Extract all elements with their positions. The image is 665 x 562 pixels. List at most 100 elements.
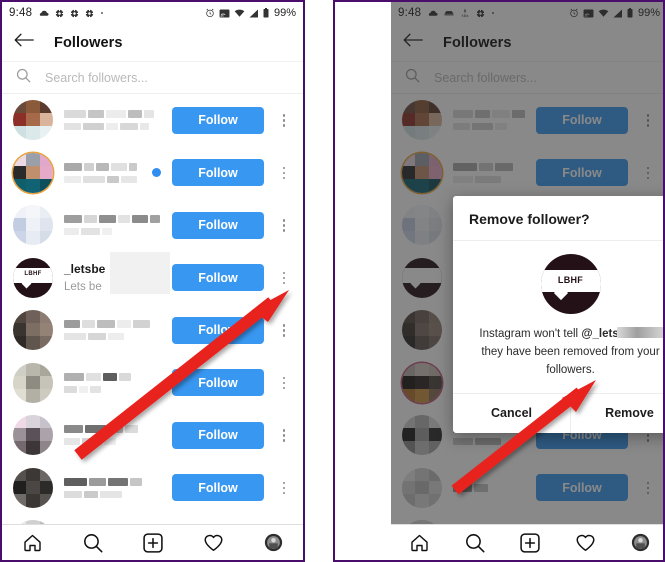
search-bar-left[interactable]: Search followers... [2, 62, 303, 94]
table-row[interactable]: Follow [2, 304, 303, 357]
search-input[interactable]: Search followers... [45, 71, 148, 85]
username-blurred [64, 215, 161, 224]
signal-icon [249, 9, 259, 18]
avatar: LBHF [13, 257, 53, 298]
follow-button[interactable]: Follow [172, 316, 264, 344]
row-options-kebab-icon[interactable] [275, 370, 293, 396]
alarm-icon [205, 8, 215, 18]
row-options-kebab-icon[interactable] [275, 422, 293, 448]
phone-panel-right: 9:48 0KB/s [333, 0, 665, 562]
names [64, 215, 161, 236]
bottom-nav-left[interactable] [2, 524, 303, 560]
subtitle-blurred [64, 228, 161, 236]
remove-button[interactable]: Remove [570, 394, 663, 434]
avatar [13, 362, 53, 403]
row-options-kebab-icon[interactable] [275, 107, 293, 133]
table-row[interactable]: Follow [2, 409, 303, 462]
dialog-message-prefix: Instagram won't tell [479, 328, 582, 340]
row-options-kebab-icon[interactable] [275, 212, 293, 238]
username-blurred [64, 110, 161, 119]
names: _letsbe Lets be [64, 252, 170, 295]
names [64, 477, 161, 498]
home-icon[interactable] [22, 533, 43, 553]
add-post-icon[interactable] [519, 532, 540, 553]
app-bar-left: Followers [2, 24, 303, 62]
remove-follower-dialog: Remove follower? LBHF Instagram won't te… [453, 196, 663, 434]
avatar [13, 415, 53, 456]
status-bar-left: 9:48 99% [2, 2, 303, 24]
subtitle-blurred [64, 490, 161, 498]
table-row[interactable]: Follow [2, 462, 303, 515]
dialog-avatar-initials: LBHF [557, 275, 584, 285]
dialog-avatar-wrap: LBHF [467, 254, 663, 314]
names [64, 320, 161, 341]
dialog-avatar: LBHF [540, 254, 601, 314]
battery-percent: 99% [273, 7, 296, 19]
username-blurred [64, 477, 161, 486]
names [64, 162, 137, 183]
cancel-button[interactable]: Cancel [453, 394, 570, 433]
table-row[interactable]: sana_shabir7 Follow [2, 514, 303, 524]
row-options-kebab-icon[interactable] [275, 475, 293, 501]
page-title: Followers [54, 34, 123, 51]
table-row[interactable]: Follow [2, 199, 303, 252]
cast-icon [219, 8, 230, 18]
follower-list-left[interactable]: Follow Follow Follow LBHF _letsbe Lets b… [2, 94, 303, 524]
avatar [13, 310, 53, 351]
phone-panel-left: 9:48 99% Followers Search followers... F… [0, 0, 305, 562]
back-arrow-icon[interactable] [14, 32, 34, 53]
subtitle-blurred [64, 385, 161, 393]
search-icon[interactable] [465, 533, 485, 553]
screen-right: 9:48 0KB/s [391, 2, 663, 560]
redaction-mask [110, 252, 170, 295]
avatar [13, 152, 53, 193]
profile-avatar-icon[interactable] [631, 533, 650, 552]
follow-button[interactable]: Follow [172, 159, 264, 187]
add-post-icon[interactable] [143, 532, 163, 553]
profile-avatar-icon[interactable] [264, 533, 283, 552]
activity-heart-icon[interactable] [203, 533, 224, 552]
follow-button[interactable]: Follow [172, 369, 264, 397]
dialog-actions: Cancel Remove [453, 393, 663, 434]
username-blurred [64, 372, 161, 381]
battery-icon [263, 8, 269, 18]
table-row[interactable]: Follow [2, 94, 303, 147]
row-options-kebab-icon[interactable] [275, 265, 293, 291]
row-options-kebab-icon[interactable] [275, 317, 293, 343]
unread-dot-icon [152, 168, 161, 178]
names [64, 110, 161, 131]
subtitle-blurred [64, 438, 161, 446]
row-options-kebab-icon[interactable] [275, 160, 293, 186]
subtitle-blurred [64, 123, 161, 131]
follow-button[interactable]: Follow [172, 421, 264, 449]
subtitle-blurred [64, 175, 137, 183]
home-icon[interactable] [409, 533, 430, 553]
follow-button[interactable]: Follow [172, 474, 264, 502]
follow-button[interactable]: Follow [172, 106, 264, 134]
username-blurred [64, 425, 161, 434]
activity-heart-icon[interactable] [575, 533, 596, 552]
screen-left: 9:48 99% Followers Search followers... F… [2, 2, 303, 560]
dialog-body: LBHF Instagram won't tell @_letsbeh that… [453, 240, 663, 393]
search-icon[interactable] [83, 533, 103, 553]
table-row[interactable]: Follow [2, 357, 303, 410]
follow-button[interactable]: Follow [172, 264, 264, 292]
sync-icon [70, 8, 79, 18]
dialog-title: Remove follower? [469, 211, 590, 227]
dialog-message: Instagram won't tell @_letsbeh that they… [467, 326, 663, 379]
redaction-mask [617, 327, 663, 338]
avatar-initials: LBHF [24, 270, 42, 277]
bottom-nav-right[interactable] [391, 524, 663, 560]
status-time: 9:48 [9, 7, 33, 19]
avatar [13, 467, 53, 508]
table-row[interactable]: Follow [2, 147, 303, 200]
sync-icon [85, 8, 94, 18]
wifi-icon [234, 9, 245, 18]
follow-button[interactable]: Follow [172, 211, 264, 239]
avatar [13, 100, 53, 141]
cloud-icon [38, 9, 49, 17]
username-blurred [64, 162, 137, 171]
avatar [13, 205, 53, 246]
table-row[interactable]: LBHF _letsbe Lets be Follow [2, 252, 303, 305]
dot-icon [100, 11, 104, 15]
